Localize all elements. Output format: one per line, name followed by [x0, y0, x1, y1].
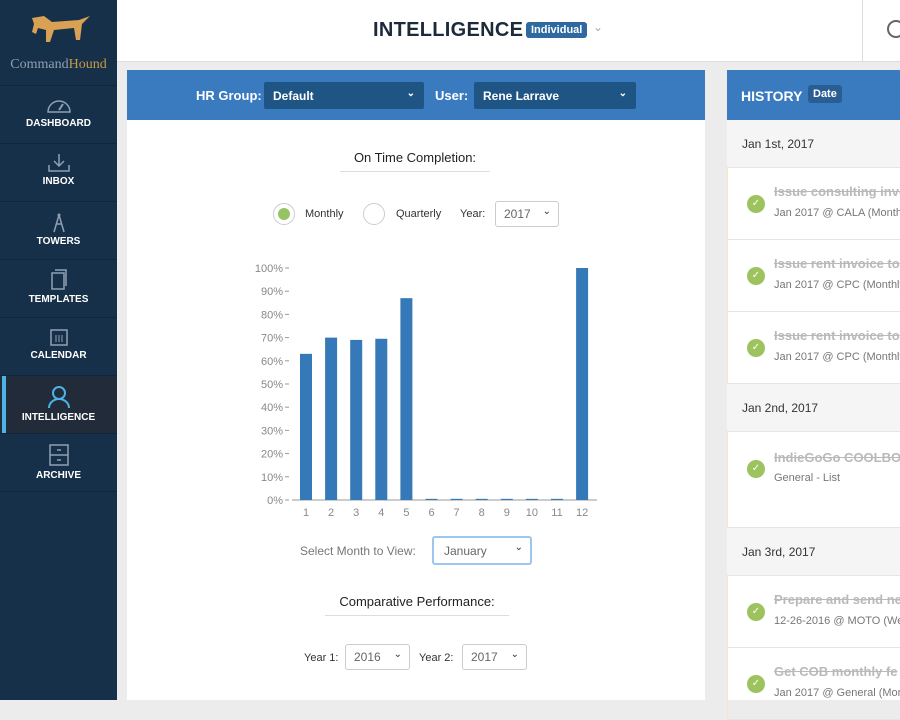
sidebar-item-towers[interactable]: TOWERS: [0, 202, 117, 260]
x-tick-label: 11: [551, 507, 562, 519]
history-item-subtitle: Jan 2017 @ CPC (Monthly): [774, 351, 900, 363]
x-tick-label: 4: [378, 507, 384, 519]
divider: [862, 0, 863, 62]
bar-month-5[interactable]: [400, 298, 413, 500]
history-item[interactable]: ✓ Issue rent invoice to Jan 2017 @ CPC (Mo…: [727, 312, 900, 384]
y-tick-label: 30%: [261, 425, 283, 437]
y-tick-label: 40%: [261, 402, 283, 414]
bar-month-10[interactable]: [525, 498, 538, 500]
mode-badge[interactable]: Individual: [526, 22, 588, 38]
sidebar-item-templates[interactable]: TEMPLATES: [0, 260, 117, 318]
check-circle-icon: ✓: [747, 339, 765, 357]
logo[interactable]: CommandHound: [0, 0, 117, 86]
check-circle-icon: ✓: [747, 675, 765, 693]
intelligence-panel: HR Group: Default ⌄ User: Rene Larrave ⌄ O…: [127, 70, 705, 700]
check-circle-icon: ✓: [747, 195, 765, 213]
history-date-header: Jan 3rd, 2017: [727, 528, 900, 576]
sidebar-item-intelligence[interactable]: INTELLIGENCE: [0, 376, 117, 434]
top-header: INTELLIGENCE Individual ⌄: [117, 0, 900, 62]
x-tick-label: 7: [454, 507, 460, 519]
sidebar-item-archive[interactable]: ARCHIVE: [0, 434, 117, 492]
history-panel: HISTORY Date Jan 1st, 2017 ✓ Issue consulti…: [727, 70, 900, 720]
bar-month-4[interactable]: [375, 338, 388, 500]
tower-icon: [52, 213, 65, 233]
bar-month-1[interactable]: [300, 353, 312, 500]
y-tick-label: 80%: [261, 309, 283, 321]
hound-logo-icon: [31, 16, 90, 42]
sort-date-badge[interactable]: Date: [808, 85, 842, 103]
sidebar: CommandHound DASHBOARD INBOX TOWERS TEMP…: [0, 0, 117, 700]
history-item-subtitle: Jan 2017 @ CPC (Monthly): [774, 279, 900, 291]
archive-icon: [48, 444, 69, 466]
history-item-title: Issue rent invoice to: [774, 256, 900, 271]
sidebar-item-dashboard[interactable]: DASHBOARD: [0, 86, 117, 144]
x-tick-label: 12: [576, 507, 588, 519]
history-header: HISTORY Date: [727, 70, 900, 120]
document-icon: [50, 269, 67, 290]
history-item[interactable]: ✓ IndieGoGo COOLBOX General - List: [727, 432, 900, 528]
y-tick-label: 60%: [261, 356, 283, 368]
history-item-subtitle: Jan 2017 @ CALA (Monthly): [774, 207, 900, 219]
on-time-chart: 0%10%20%30%40%50%60%70%80%90%100%1 2 3 4 5 6 7…: [255, 263, 597, 519]
history-item-title: IndieGoGo COOLBOX: [774, 450, 900, 465]
x-tick-label: 8: [479, 507, 485, 519]
chevron-down-icon: ⌄: [514, 542, 523, 553]
x-tick-label: 3: [353, 507, 359, 519]
x-tick-label: 2: [328, 507, 334, 519]
history-item-subtitle: General - List: [774, 472, 841, 484]
download-icon: [47, 154, 70, 172]
y-tick-label: 10%: [261, 472, 283, 484]
history-item[interactable]: ✓ Issue consulting invoice Jan 2017 @ CALA…: [727, 168, 900, 240]
x-tick-label: 1: [303, 507, 309, 519]
chevron-down-icon[interactable]: ⌄: [593, 20, 603, 34]
history-item-subtitle: 12-26-2016 @ MOTO (Weekly): [774, 615, 900, 627]
month-select[interactable]: January ⌄: [432, 536, 532, 565]
y-tick-label: 90%: [261, 286, 283, 298]
y-tick-label: 20%: [261, 449, 283, 461]
history-item-title: Issue rent invoice to: [774, 328, 900, 343]
sidebar-item-calendar[interactable]: CALENDAR: [0, 318, 117, 376]
x-tick-label: 10: [526, 507, 538, 519]
check-circle-icon: ✓: [747, 603, 765, 621]
y-tick-label: 70%: [261, 333, 283, 345]
x-tick-label: 9: [504, 507, 510, 519]
bar-month-7[interactable]: [450, 498, 463, 500]
bar-month-3[interactable]: [350, 339, 363, 500]
y-tick-label: 100%: [255, 263, 283, 275]
y-tick-label: 50%: [261, 379, 283, 391]
history-item-title: Get COB monthly fe: [774, 664, 898, 679]
history-item[interactable]: ✓ Get COB monthly fe Jan 2017 @ General (M…: [727, 648, 900, 720]
year2-select[interactable]: 2017 ⌄: [462, 644, 527, 670]
bar-month-9[interactable]: [500, 498, 513, 500]
history-item-title: Issue consulting invoice: [774, 184, 900, 199]
bar-month-12[interactable]: [576, 268, 589, 500]
year1-select[interactable]: 2016 ⌄: [345, 644, 410, 670]
history-item-subtitle: Jan 2017 @ General (Monthly): [774, 687, 900, 699]
sidebar-item-inbox[interactable]: INBOX: [0, 144, 117, 202]
y-tick-label: 0%: [267, 495, 283, 507]
user-icon: [47, 386, 70, 409]
search-icon[interactable]: [887, 20, 900, 38]
history-item-title: Prepare and send ne: [774, 592, 900, 607]
chevron-down-icon: ⌄: [393, 649, 402, 660]
x-tick-label: 5: [403, 507, 409, 519]
history-item[interactable]: ✓ Prepare and send ne 12-26-2016 @ MOTO (W…: [727, 576, 900, 648]
bar-month-6[interactable]: [425, 498, 438, 500]
check-circle-icon: ✓: [747, 460, 765, 478]
chevron-down-icon: ⌄: [510, 649, 519, 660]
bar-month-2[interactable]: [325, 337, 338, 500]
comparative-title: Comparative Performance:: [325, 594, 509, 616]
gauge-icon: [46, 100, 71, 113]
bar-month-11[interactable]: [551, 498, 563, 500]
check-circle-icon: ✓: [747, 267, 765, 285]
bar-month-8[interactable]: [475, 498, 488, 500]
history-item[interactable]: ✓ Issue rent invoice to Jan 2017 @ CPC (Mo…: [727, 240, 900, 312]
history-date-header: Jan 1st, 2017: [727, 120, 900, 168]
x-tick-label: 6: [428, 507, 434, 519]
calendar-icon: [49, 329, 68, 346]
page-title: INTELLIGENCE: [373, 19, 524, 41]
history-date-header: Jan 2nd, 2017: [727, 384, 900, 432]
